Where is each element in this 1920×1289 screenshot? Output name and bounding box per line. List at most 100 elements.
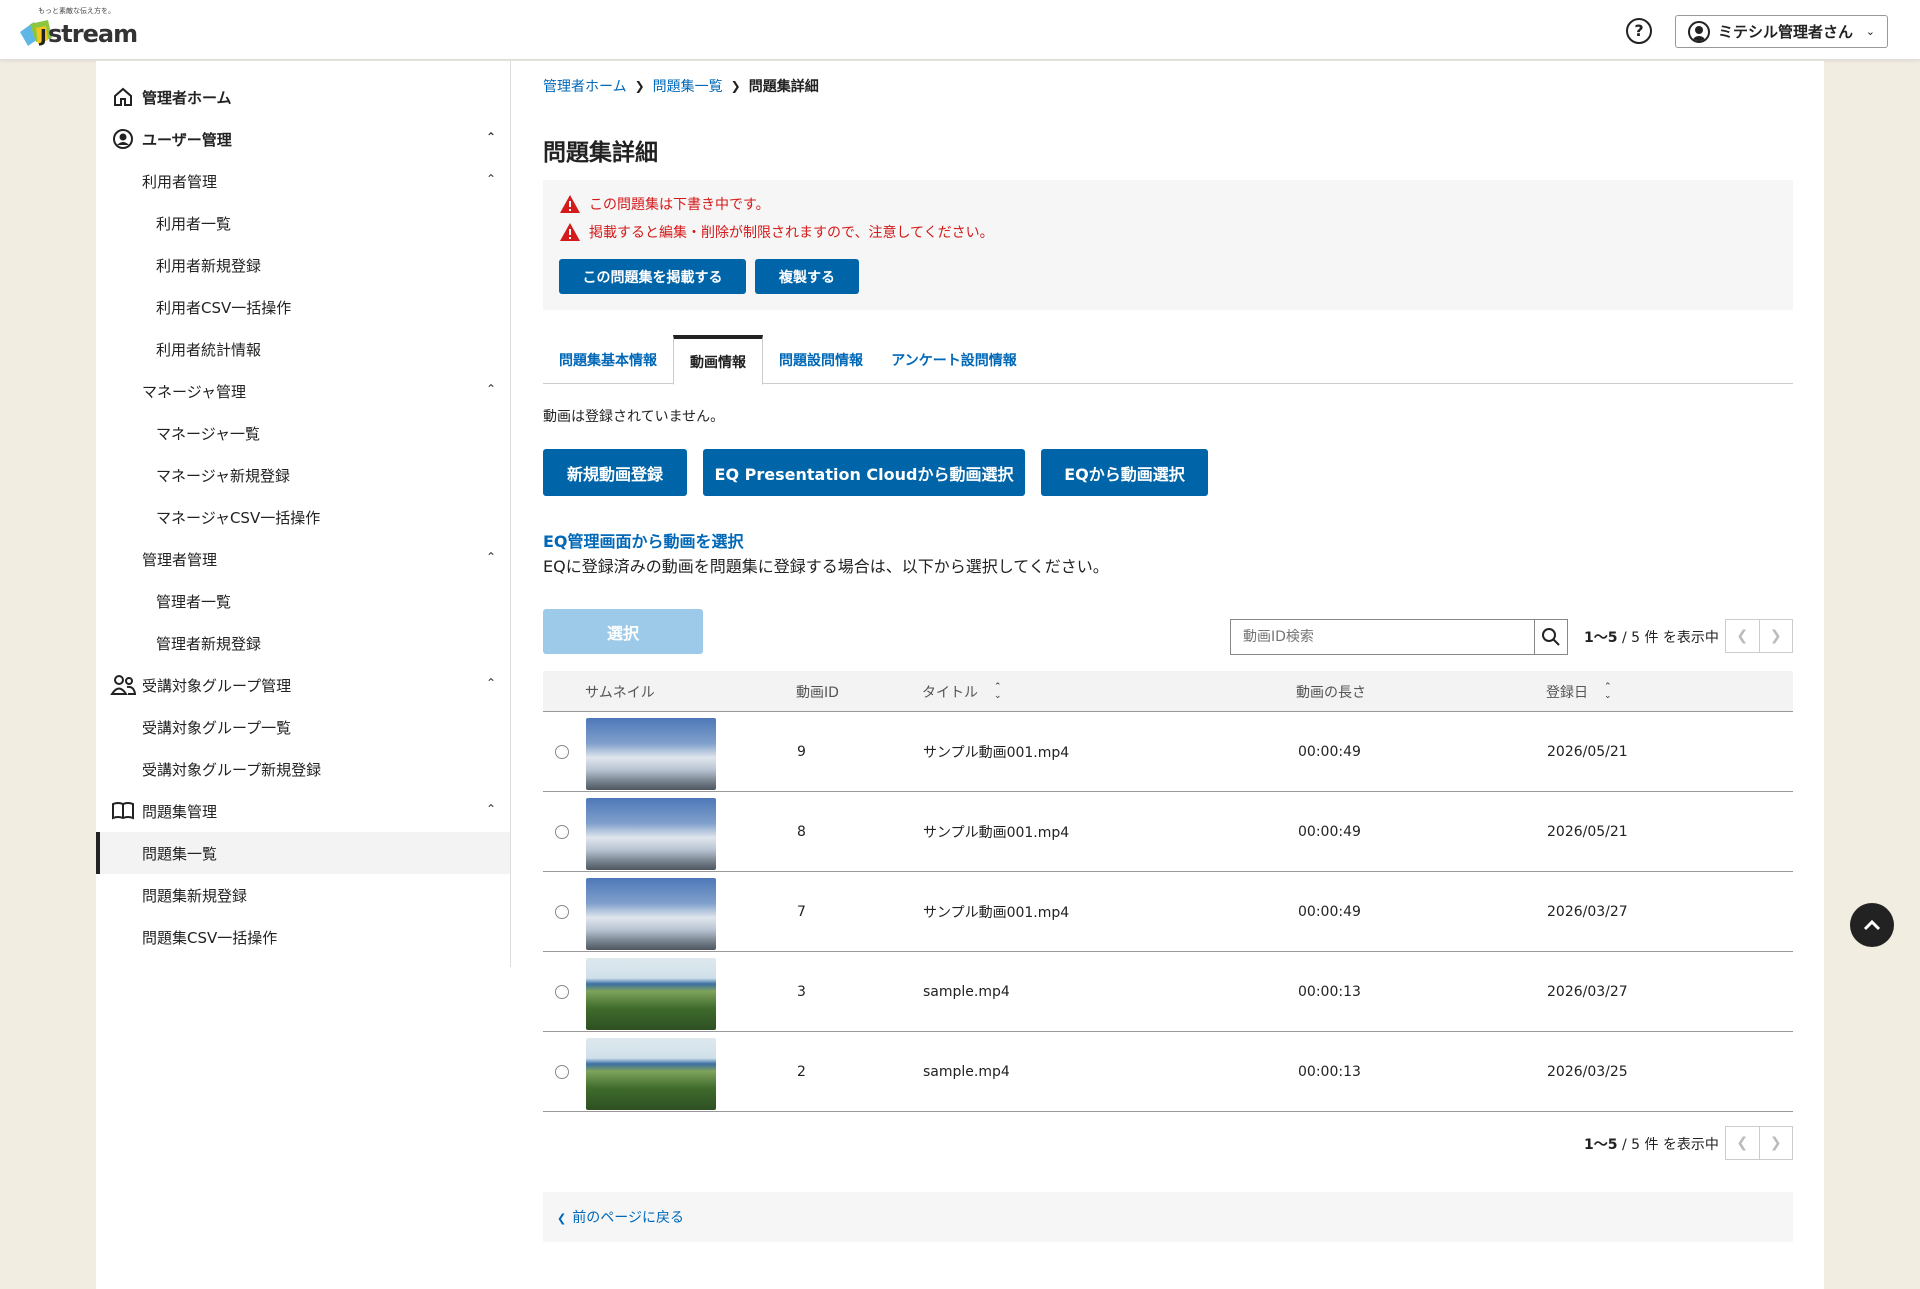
row-radio[interactable] [555,825,569,839]
select-button[interactable]: 選択 [543,609,703,654]
sort-icon[interactable]: ⌃ ⌄ [1604,682,1612,701]
breadcrumb-current: 問題集詳細 [748,79,819,95]
cell-title: sample.mp4 [923,1064,1010,1080]
sidebar-item-member-new[interactable]: 利用者新規登録 [96,244,510,286]
col-title: タイトル ⌃ ⌄ [922,671,1002,712]
jstream-logo[interactable]: もっと素敵な伝え方を。 J stream [14,6,138,52]
sidebar-item-manager-list[interactable]: マネージャ一覧 [96,412,510,454]
publish-button[interactable]: この問題集を掲載する [559,259,746,294]
cell-title: サンプル動画001.mp4 [923,745,1070,761]
sidebar-item-admin-list[interactable]: 管理者一覧 [96,580,510,622]
book-icon [110,798,136,824]
cell-length: 00:00:13 [1298,1064,1361,1080]
chevron-right-icon: ❯ [730,79,741,93]
video-id-search-input[interactable] [1231,620,1531,654]
chevron-up-icon[interactable]: ⌃ [486,676,496,690]
search-button[interactable] [1534,620,1567,654]
table-row[interactable]: 7 サンプル動画001.mp4 00:00:49 2026/03/27 [543,872,1793,952]
user-circle-icon [110,126,136,152]
sidebar-item-member-csv[interactable]: 利用者CSV一括操作 [96,286,510,328]
new-video-button[interactable]: 新規動画登録 [543,449,687,496]
help-icon[interactable]: ? [1626,18,1652,44]
user-menu-button[interactable]: ミテシル管理者さん ⌄ [1675,15,1888,48]
col-date-label: 登録日 [1546,684,1588,701]
logo-tagline: もっと素敵な伝え方を。 [38,7,115,15]
sidebar-item-group-list[interactable]: 受講対象グループ一覧 [96,706,510,748]
table-row[interactable]: 9 サンプル動画001.mp4 00:00:49 2026/05/21 [543,712,1793,792]
video-id-search [1230,619,1568,655]
prev-page-icon[interactable]: ❮ [1726,1127,1759,1159]
eq-section-title[interactable]: EQ管理画面から動画を選択 [543,528,744,552]
sidebar-item-manager-csv[interactable]: マネージャCSV一括操作 [96,496,510,538]
sidebar-item-label: 問題集新規登録 [142,886,248,905]
sidebar-item-label: 利用者一覧 [156,214,232,233]
warning-icon [560,223,580,241]
chevron-up-icon[interactable]: ⌃ [486,550,496,564]
sidebar-item-label: 受講対象グループ一覧 [142,718,292,737]
pager-top: ❮ ❯ [1725,619,1793,653]
alert-line-restriction: 掲載すると編集・削除が制限されますので、注意してください。 [559,222,994,242]
video-thumbnail [586,1038,716,1110]
chevron-up-icon[interactable]: ⌃ [486,382,496,396]
back-link[interactable]: ❮ 前のページに戻る [557,1207,684,1227]
cell-title: サンプル動画001.mp4 [923,905,1070,921]
sidebar-item-label: マネージャ一覧 [156,424,260,443]
sidebar-item-member-list[interactable]: 利用者一覧 [96,202,510,244]
sidebar-item-member-management[interactable]: 利用者管理 ⌃ [96,160,510,202]
chevron-up-icon[interactable]: ⌃ [486,802,496,816]
col-thumbnail: サムネイル [585,684,655,701]
sidebar-item-manager-management[interactable]: マネージャ管理 ⌃ [96,370,510,412]
eqpc-select-button[interactable]: EQ Presentation Cloudから動画選択 [703,449,1025,496]
tab-bar: 問題集基本情報 動画情報 問題設問情報 アンケート設問情報 [543,335,1793,385]
sidebar-item-label: 管理者一覧 [156,592,232,611]
eq-select-button[interactable]: EQから動画選択 [1041,449,1208,496]
row-radio[interactable] [555,905,569,919]
sidebar-item-label: 受講対象グループ新規登録 [142,760,322,779]
count-total: / 5 件 を表示中 [1621,1137,1719,1153]
table-row[interactable]: 8 サンプル動画001.mp4 00:00:49 2026/05/21 [543,792,1793,872]
copy-button[interactable]: 複製する [755,259,859,294]
prev-page-icon[interactable]: ❮ [1726,620,1759,652]
tab-basic-info[interactable]: 問題集基本情報 [543,335,673,384]
sidebar-item-admin-home[interactable]: 管理者ホーム [96,76,510,118]
cell-date: 2026/05/21 [1547,824,1628,840]
row-radio[interactable] [555,1065,569,1079]
tab-question-info[interactable]: 問題設問情報 [763,335,879,384]
tab-survey-info[interactable]: アンケート設問情報 [879,335,1029,384]
sidebar-item-label: 受講対象グループ管理 [142,676,292,695]
col-date: 登録日 ⌃ ⌄ [1546,671,1612,712]
scroll-to-top-button[interactable] [1850,903,1894,947]
group-icon [110,672,136,698]
sidebar-item-admin-new[interactable]: 管理者新規登録 [96,622,510,664]
sidebar-item-user-management[interactable]: ユーザー管理 ⌃ [96,118,510,160]
cell-video-id: 8 [797,824,806,840]
table-row[interactable]: 3 sample.mp4 00:00:13 2026/03/27 [543,952,1793,1032]
sidebar-item-group-new[interactable]: 受講対象グループ新規登録 [96,748,510,790]
sidebar-item-workbook-list[interactable]: 問題集一覧 [96,832,510,874]
sidebar-item-workbook-management[interactable]: 問題集管理 ⌃ [96,790,510,832]
cell-length: 00:00:49 [1298,744,1361,760]
breadcrumb-home-link[interactable]: 管理者ホーム [543,76,627,96]
next-page-icon[interactable]: ❯ [1758,620,1793,652]
no-video-message: 動画は登録されていません。 [543,409,725,425]
table-row[interactable]: 2 sample.mp4 00:00:13 2026/03/25 [543,1032,1793,1112]
count-range: 1〜5 [1584,1137,1618,1153]
cell-date: 2026/03/27 [1547,904,1628,920]
breadcrumb-list-link[interactable]: 問題集一覧 [653,76,723,96]
next-page-icon[interactable]: ❯ [1758,1127,1793,1159]
sidebar-item-admin-management[interactable]: 管理者管理 ⌃ [96,538,510,580]
chevron-up-icon[interactable]: ⌃ [486,130,496,144]
chevron-up-icon[interactable]: ⌃ [486,172,496,186]
sidebar-item-label: 利用者新規登録 [156,256,262,275]
sidebar-item-member-stats[interactable]: 利用者統計情報 [96,328,510,370]
user-avatar-icon [1688,20,1710,43]
row-radio[interactable] [555,985,569,999]
tab-video-info[interactable]: 動画情報 [673,335,763,385]
user-name: ミテシル管理者さん [1718,23,1854,41]
sidebar-item-manager-new[interactable]: マネージャ新規登録 [96,454,510,496]
sidebar-item-group-management[interactable]: 受講対象グループ管理 ⌃ [96,664,510,706]
sidebar-item-workbook-new[interactable]: 問題集新規登録 [96,874,510,916]
row-radio[interactable] [555,745,569,759]
sidebar-item-workbook-csv[interactable]: 問題集CSV一括操作 [96,916,510,958]
sort-icon[interactable]: ⌃ ⌄ [994,682,1002,701]
